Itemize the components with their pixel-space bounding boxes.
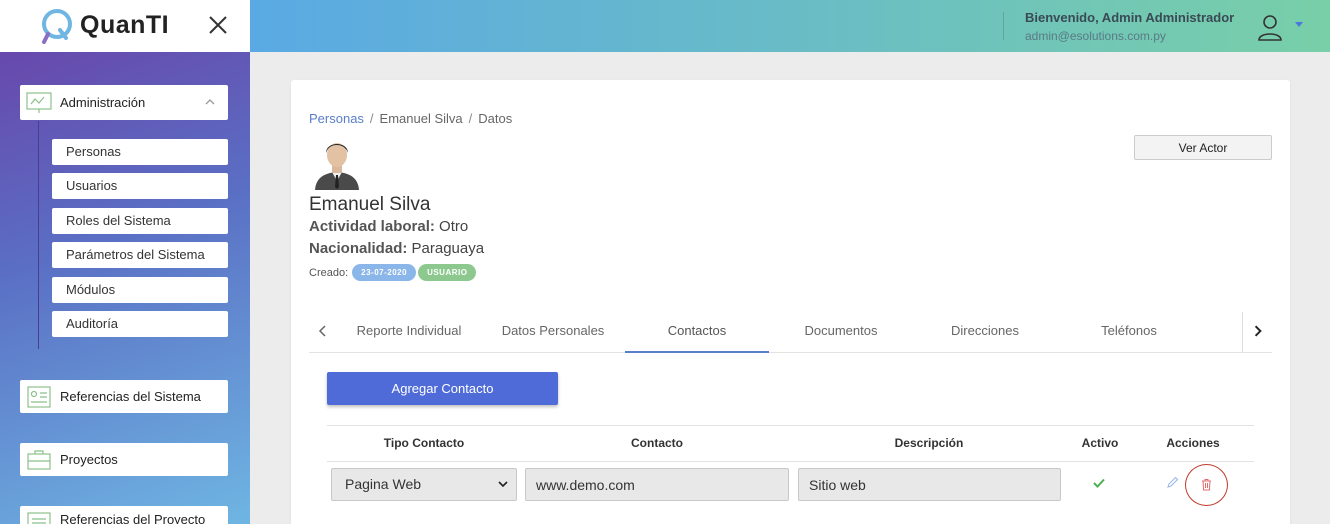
- briefcase-icon: [27, 449, 51, 470]
- chevron-down-icon: [498, 481, 508, 488]
- user-icon[interactable]: [1257, 13, 1283, 41]
- breadcrumb-separator: /: [369, 111, 374, 126]
- creado-line: Creado: 23-07-2020 USUARIO: [309, 264, 477, 281]
- sidebar-group-administracion[interactable]: Administración: [20, 85, 228, 120]
- check-icon: [1093, 478, 1105, 488]
- breadcrumb-item: Emanuel Silva: [379, 111, 463, 126]
- column-header: Descripción: [894, 436, 964, 450]
- sidebar-group-referencias-sistema[interactable]: Referencias del Sistema: [20, 380, 228, 413]
- sidebar-item-auditoria[interactable]: Auditoría: [52, 311, 228, 337]
- avatar: [315, 143, 359, 190]
- chevron-up-icon: [205, 99, 215, 105]
- tab-reporte-individual[interactable]: Reporte Individual: [345, 312, 473, 352]
- table-row: Pagina Web: [327, 462, 1254, 512]
- user-email: admin@esolutions.com.py: [1025, 29, 1166, 43]
- sidebar: QuanTI Administración Personas Usuarios …: [0, 0, 250, 524]
- chevron-right-icon[interactable]: [1242, 312, 1272, 352]
- descripcion-field[interactable]: [798, 468, 1061, 501]
- tab-bar: Reporte Individual Datos Personales Cont…: [309, 312, 1272, 353]
- sidebar-group-label: Proyectos: [60, 452, 118, 467]
- sidebar-group-label: Referencias del Proyecto: [60, 512, 206, 524]
- nacionalidad-label: Nacionalidad:: [309, 240, 408, 257]
- sidebar-group-proyectos[interactable]: Proyectos: [20, 443, 228, 476]
- column-header: Tipo Contacto: [383, 436, 465, 450]
- presentation-icon: [26, 91, 52, 113]
- actividad-label: Actividad laboral:: [309, 218, 435, 235]
- sidebar-group-label: Referencias del Sistema: [60, 389, 201, 404]
- tab-datos-personales[interactable]: Datos Personales: [481, 312, 625, 352]
- person-card: Personas / Emanuel Silva / Datos Ver Actor E…: [291, 80, 1290, 524]
- person-name: Emanuel Silva: [309, 194, 431, 215]
- column-header: Acciones: [1166, 436, 1220, 450]
- header-divider: [1003, 12, 1004, 40]
- welcome-text: Bienvenido, Admin Administrador: [1025, 10, 1235, 25]
- tipo-contacto-select[interactable]: Pagina Web: [331, 468, 517, 501]
- logo-bar: QuanTI: [0, 0, 250, 52]
- trash-icon: [1202, 479, 1211, 491]
- breadcrumb-link-personas[interactable]: Personas: [309, 111, 364, 126]
- sidebar-item-usuarios[interactable]: Usuarios: [52, 173, 228, 199]
- date-badge: 23-07-2020: [352, 264, 417, 281]
- delete-button[interactable]: [1185, 464, 1228, 506]
- id-card-icon: [27, 512, 51, 524]
- agregar-contacto-button[interactable]: Agregar Contacto: [327, 372, 558, 405]
- creado-label: Creado:: [309, 266, 349, 279]
- pencil-icon[interactable]: [1166, 476, 1179, 489]
- chevron-left-icon[interactable]: [309, 312, 339, 352]
- actividad-value: Otro: [439, 218, 469, 235]
- tab-documentos[interactable]: Documentos: [769, 312, 913, 352]
- ver-actor-button[interactable]: Ver Actor: [1134, 135, 1272, 160]
- contacts-table: Tipo Contacto Contacto Descripción Activ…: [327, 425, 1254, 512]
- app-name: QuanTI: [80, 11, 170, 39]
- tab-telefonos[interactable]: Teléfonos: [1057, 312, 1201, 352]
- quanti-logo-icon: [42, 9, 72, 44]
- id-card-icon: [27, 385, 51, 408]
- column-header: Contacto: [631, 436, 683, 450]
- role-badge: USUARIO: [418, 264, 477, 281]
- close-icon[interactable]: [205, 12, 231, 38]
- sidebar-item-personas[interactable]: Personas: [52, 139, 228, 165]
- column-header: Activo: [1081, 436, 1119, 450]
- sidebar-item-roles[interactable]: Roles del Sistema: [52, 208, 228, 234]
- tree-line: [38, 121, 39, 349]
- breadcrumb-current: Datos: [478, 111, 513, 126]
- sidebar-group-referencias-proyecto[interactable]: Referencias del Proyecto: [20, 506, 228, 524]
- breadcrumb-separator: /: [468, 111, 473, 126]
- sidebar-item-modulos[interactable]: Módulos: [52, 277, 228, 303]
- top-header: Bienvenido, Admin Administrador admin@es…: [250, 0, 1330, 52]
- nacionalidad-line: Nacionalidad: Paraguaya: [309, 240, 484, 257]
- sidebar-item-parametros[interactable]: Parámetros del Sistema: [52, 242, 228, 268]
- caret-down-icon[interactable]: [1295, 22, 1303, 28]
- tipo-contacto-value: Pagina Web: [345, 476, 422, 492]
- actividad-line: Actividad laboral: Otro: [309, 218, 468, 235]
- sidebar-group-label: Administración: [60, 95, 146, 110]
- contacto-field[interactable]: [525, 468, 789, 501]
- tab-direcciones[interactable]: Direcciones: [913, 312, 1057, 352]
- breadcrumb: Personas / Emanuel Silva / Datos: [309, 111, 512, 126]
- tab-contactos[interactable]: Contactos: [625, 312, 769, 353]
- nacionalidad-value: Paraguaya: [411, 240, 485, 257]
- table-header: Tipo Contacto Contacto Descripción Activ…: [327, 425, 1254, 462]
